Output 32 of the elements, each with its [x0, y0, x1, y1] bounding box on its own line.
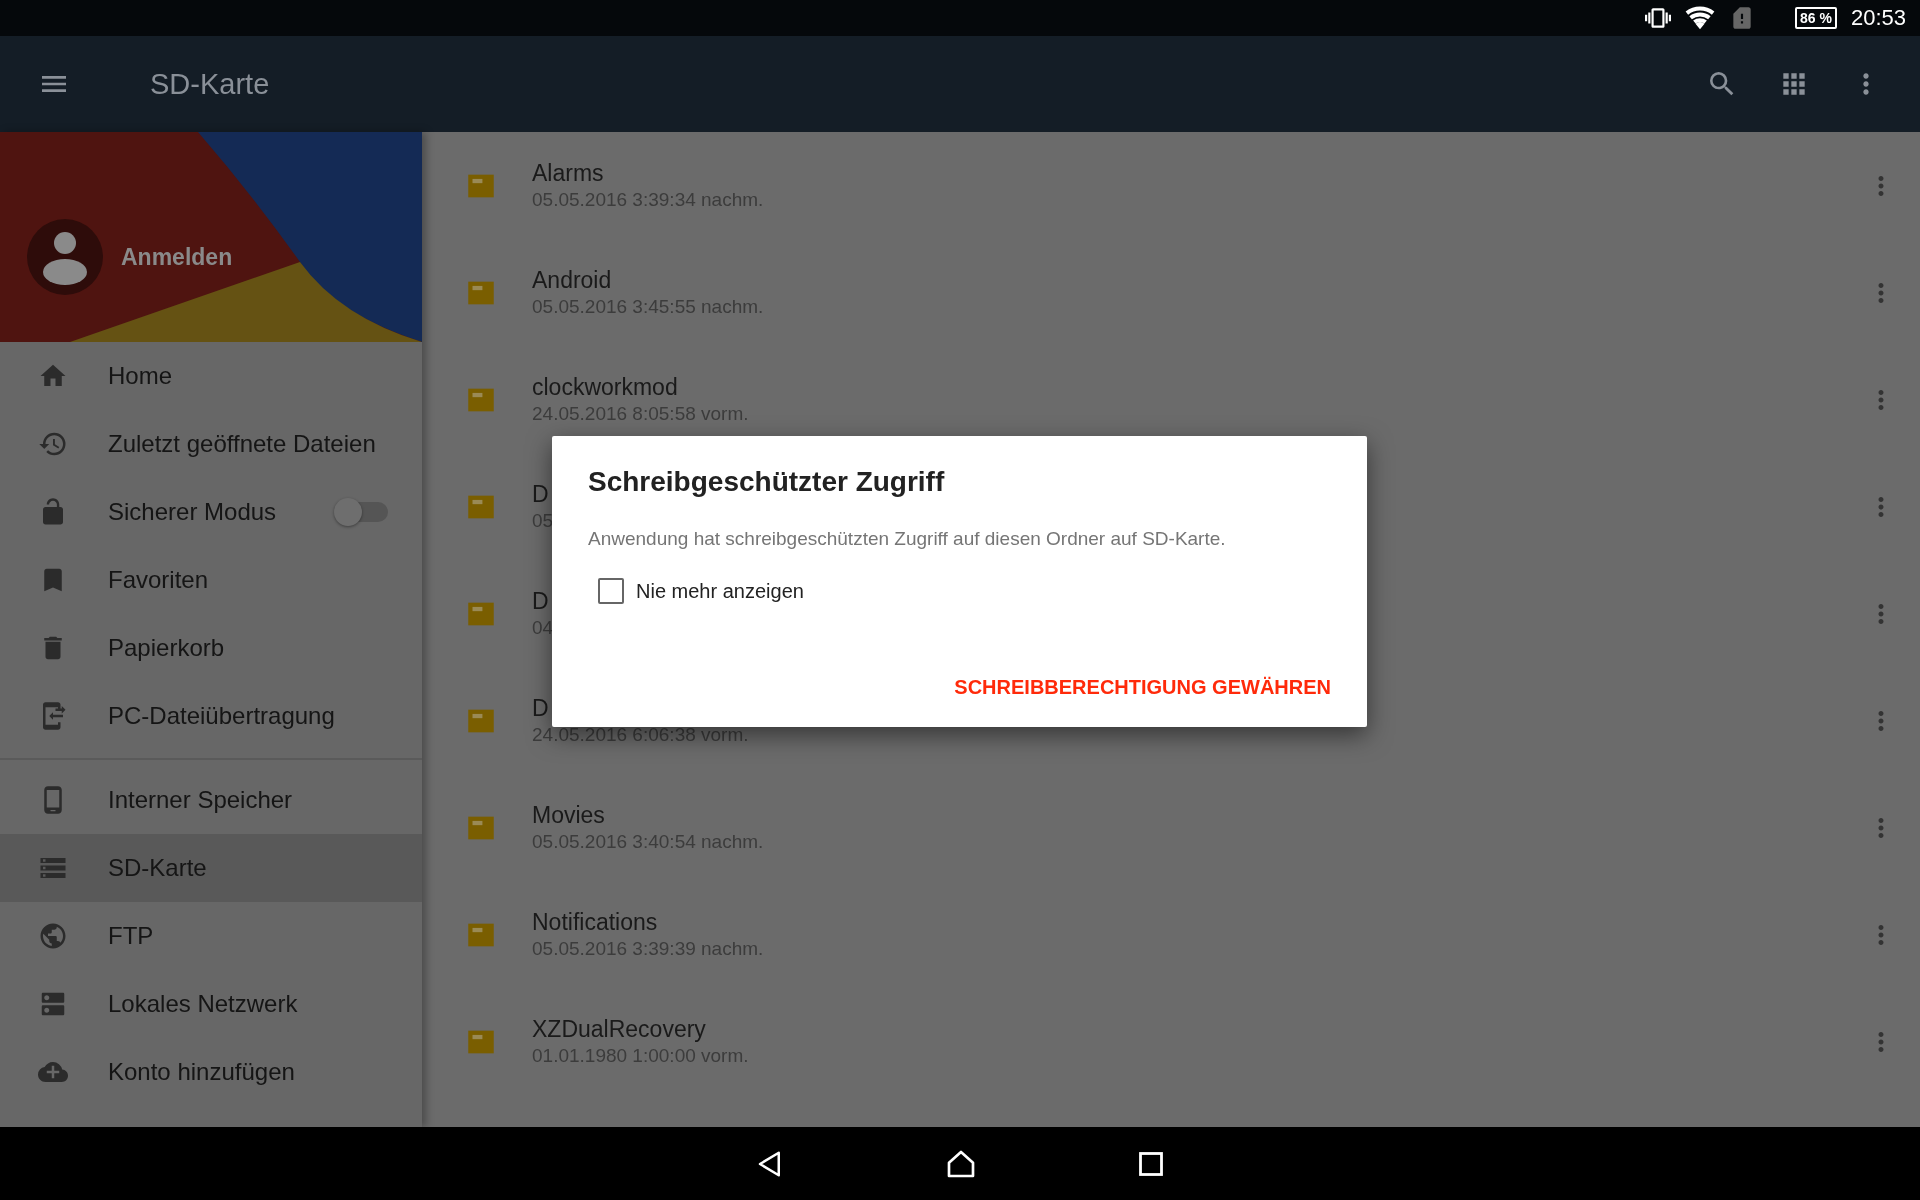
- folder-name[interactable]: Movies: [532, 802, 764, 829]
- drawer-item[interactable]: Favoriten: [0, 546, 422, 614]
- dialog-message: Anwendung hat schreibgeschützten Zugriff auf diesen Ordner auf SD-Karte.: [588, 528, 1226, 550]
- vibrate-icon: [1645, 5, 1671, 31]
- drawer-item[interactable]: Interner Speicher: [0, 766, 422, 834]
- folder-name[interactable]: D: [532, 588, 554, 615]
- checkbox-label[interactable]: Nie mehr anzeigen: [636, 579, 804, 603]
- drawer-item[interactable]: Sicherer Modus: [0, 478, 422, 546]
- folder-name[interactable]: XZDualRecovery: [532, 1016, 749, 1043]
- drawer-item[interactable]: Papierkorb: [0, 614, 422, 682]
- sign-in-link[interactable]: Anmelden: [121, 243, 233, 271]
- drawer-item[interactable]: Konto hinzufügen: [0, 1038, 422, 1106]
- drawer-item[interactable]: FTP: [0, 902, 422, 970]
- folder-name[interactable]: Android: [532, 267, 764, 294]
- recents-icon[interactable]: [1137, 1149, 1165, 1178]
- drawer-item[interactable]: Home: [0, 342, 422, 410]
- grant-write-permission-button[interactable]: SCHREIBBERECHTIGUNG GEWÄHREN: [954, 672, 1331, 703]
- checkbox[interactable]: [598, 578, 624, 604]
- avatar-icon[interactable]: [27, 219, 103, 295]
- drawer-item[interactable]: SD-Karte: [0, 834, 422, 902]
- folder-name[interactable]: Notifications: [532, 909, 764, 936]
- drawer-item[interactable]: Zuletzt geöffnete Dateien: [0, 410, 422, 478]
- battery-indicator: 86 %: [1795, 7, 1837, 29]
- folder-name[interactable]: clockworkmod: [532, 374, 749, 401]
- drawer-item[interactable]: Lokales Netzwerk: [0, 970, 422, 1038]
- clock-time: 20:53: [1850, 5, 1906, 31]
- folder-name[interactable]: D: [532, 481, 554, 508]
- dialog-title: Schreibgeschützter Zugriff: [588, 466, 945, 498]
- app-bar-title: SD-Karte: [150, 67, 270, 101]
- globe-icon: [38, 921, 68, 951]
- folder-name[interactable]: Alarms: [532, 160, 764, 187]
- drawer-item[interactable]: PC-Dateiübertragung: [0, 682, 422, 750]
